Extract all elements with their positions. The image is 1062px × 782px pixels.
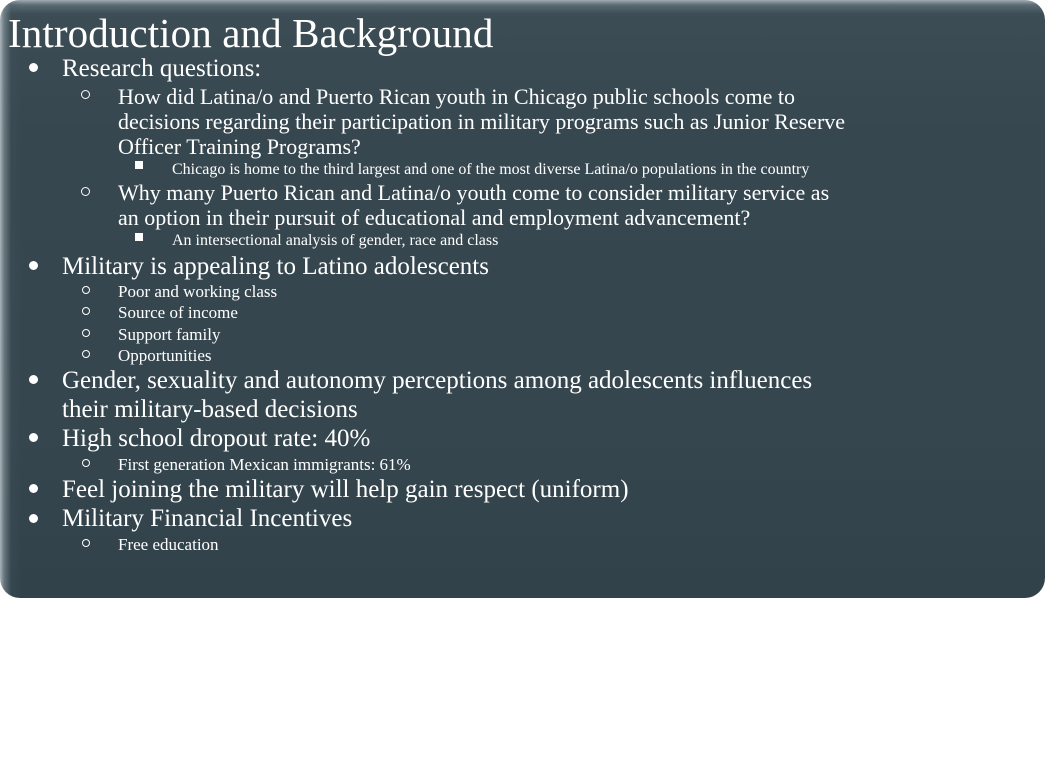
bullet-item-level-1: Military is appealing to Latino adolesce… — [0, 253, 1045, 282]
bullet-item-level-1: Feel joining the military will help gain… — [0, 476, 1045, 505]
bullet-item-level-2: Support family — [0, 324, 1045, 345]
filled-disc-icon — [26, 367, 40, 392]
bullet-item-level-1: High school dropout rate: 40% — [0, 425, 1045, 454]
bullet-text: Source of income — [118, 303, 238, 323]
bullet-text: Free education — [118, 534, 219, 554]
bullet-text: Poor and working class — [118, 282, 278, 301]
hollow-circle-icon — [82, 534, 90, 551]
bullet-item-level-3: An intersectional analysis of gender, ra… — [0, 230, 1045, 252]
hollow-circle-icon — [81, 180, 90, 202]
filled-disc-icon — [26, 55, 40, 80]
bullet-item-level-1: Gender, sexuality and autonomy perceptio… — [0, 367, 1045, 424]
bullet-item-level-2: How did Latina/o and Puerto Rican youth … — [0, 84, 1045, 159]
filled-disc-icon — [26, 476, 40, 501]
bullet-text: Support family — [118, 324, 221, 344]
bullet-text: Chicago is home to the third largest and… — [172, 160, 810, 178]
filled-disc-icon — [26, 253, 40, 278]
bullet-item-level-2: Poor and working class — [0, 281, 1045, 302]
hollow-circle-icon — [82, 302, 90, 319]
hollow-circle-icon — [82, 454, 90, 471]
bullet-item-level-2: First generation Mexican immigrants: 61% — [0, 454, 1045, 475]
bullet-item-level-3: Chicago is home to the third largest and… — [0, 159, 1045, 181]
hollow-circle-icon — [81, 84, 90, 106]
bullet-item-level-2: Free education — [0, 534, 1045, 555]
slide-body: Research questions: How did Latina/o and … — [0, 54, 1045, 555]
bullet-text: Why many Puerto Rican and Latina/o youth… — [118, 180, 830, 230]
bullet-text: First generation Mexican immigrants: 61% — [118, 454, 411, 474]
filled-square-icon — [135, 230, 143, 246]
bullet-text: Military is appealing to Latino adolesce… — [62, 252, 489, 280]
bullet-item-level-2: Opportunities — [0, 345, 1045, 366]
bullet-item-level-1: Military Financial Incentives — [0, 505, 1045, 534]
filled-disc-icon — [26, 505, 40, 530]
slide-canvas: Introduction and Background Research que… — [0, 0, 1045, 598]
hollow-circle-icon — [82, 324, 90, 341]
bullet-text: Gender, sexuality and autonomy perceptio… — [62, 367, 813, 423]
bullet-text: Feel joining the military will help gain… — [62, 475, 629, 503]
hollow-circle-icon — [82, 345, 90, 362]
bullet-text: An intersectional analysis of gender, ra… — [172, 232, 499, 249]
bullet-text: Research questions: — [62, 55, 262, 82]
bullet-text: Opportunities — [118, 345, 212, 365]
bullet-text: Military Financial Incentives — [62, 505, 353, 533]
bullet-text: High school dropout rate: 40% — [62, 425, 371, 453]
bullet-text: How did Latina/o and Puerto Rican youth … — [118, 83, 846, 159]
bullet-item-level-1: Research questions: — [0, 55, 1045, 84]
filled-square-icon — [135, 159, 143, 175]
bullet-item-level-2: Source of income — [0, 302, 1045, 323]
bullet-item-level-2: Why many Puerto Rican and Latina/o youth… — [0, 180, 1045, 230]
hollow-circle-icon — [82, 281, 90, 298]
slide-title: Introduction and Background — [8, 10, 494, 56]
filled-disc-icon — [26, 425, 40, 450]
